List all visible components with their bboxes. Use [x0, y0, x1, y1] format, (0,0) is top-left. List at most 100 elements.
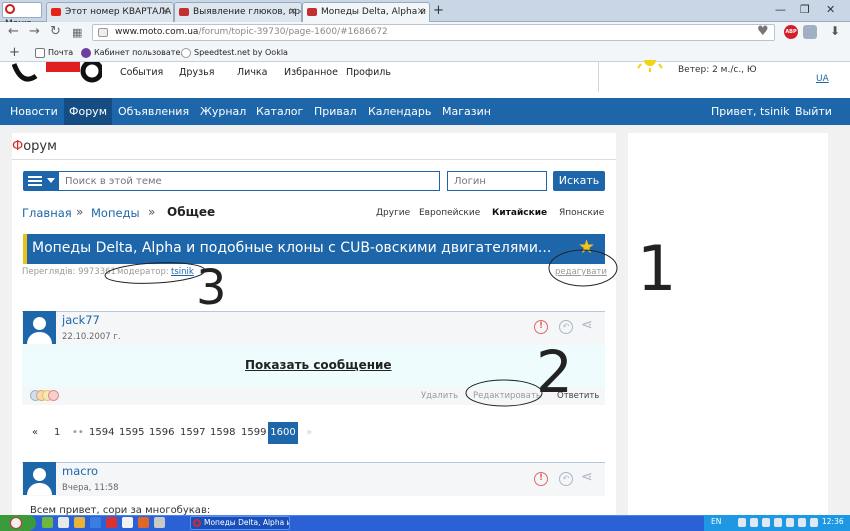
top-link-messages[interactable]: Личка: [237, 67, 268, 78]
site-info-icon[interactable]: [98, 28, 108, 37]
keyboard-language[interactable]: EN: [711, 517, 721, 526]
quicklaunch-icon[interactable]: [74, 517, 85, 528]
report-icon[interactable]: !: [534, 472, 548, 486]
maximize-window-button[interactable]: ❐: [800, 3, 810, 16]
quicklaunch-icon[interactable]: [58, 517, 69, 528]
pagination-page[interactable]: 1599: [241, 427, 266, 438]
taskbar-opera-window[interactable]: Мопеды Delta, Alpha и...: [190, 516, 290, 530]
tray-icon[interactable]: [750, 518, 758, 527]
close-tab-icon[interactable]: ×: [417, 3, 425, 21]
edit-post-link[interactable]: Редактировать: [473, 391, 541, 401]
close-tab-icon[interactable]: ×: [161, 3, 169, 21]
avatar[interactable]: [23, 462, 56, 495]
share-icon[interactable]: ⋖: [581, 317, 593, 333]
post-author[interactable]: macro: [62, 464, 98, 478]
pagination-prev[interactable]: «: [32, 427, 38, 438]
edit-topic-link[interactable]: редагувати: [555, 267, 607, 277]
breadcrumb-separator: »: [148, 205, 156, 219]
quote-icon[interactable]: ↶: [559, 320, 573, 334]
bookmark-cabinet[interactable]: Кабинет пользовате...: [81, 48, 188, 58]
pagination-first[interactable]: 1: [54, 427, 60, 438]
pagination-page[interactable]: 1594: [89, 427, 114, 438]
logout-link[interactable]: Выйти: [790, 98, 837, 125]
browser-tab-youtube[interactable]: Этот номер КВАРТАЛА порв... ×: [46, 2, 174, 22]
pagination-ellipsis: ••: [72, 427, 84, 438]
pagination-page[interactable]: 1597: [180, 427, 205, 438]
youtube-icon: [51, 8, 61, 16]
add-bookmark-button[interactable]: +: [9, 45, 20, 60]
tray-icon[interactable]: [786, 518, 794, 527]
subcategory-european[interactable]: Европейские: [419, 208, 480, 218]
moderator-link[interactable]: tsinik: [171, 267, 194, 277]
subcategory-other[interactable]: Другие: [376, 208, 410, 218]
extension-icon[interactable]: [803, 25, 817, 39]
show-message-link[interactable]: Показать сообщение: [245, 358, 392, 372]
adblock-icon[interactable]: ABP: [784, 25, 798, 39]
quicklaunch-icon[interactable]: [42, 517, 53, 528]
forum-menu-button[interactable]: [23, 171, 58, 191]
start-button[interactable]: [0, 515, 36, 531]
nav-rest[interactable]: Привал: [309, 98, 362, 125]
new-tab-button[interactable]: +: [433, 3, 444, 18]
quicklaunch-icon[interactable]: [106, 517, 117, 528]
site-logo[interactable]: [12, 62, 102, 86]
address-bar[interactable]: www.moto.com.ua/forum/topic-39730/page-1…: [92, 24, 775, 41]
pagination-page[interactable]: 1598: [210, 427, 235, 438]
breadcrumb-home[interactable]: Главная: [22, 206, 72, 220]
breadcrumb-mopeds[interactable]: Мопеды: [91, 206, 140, 220]
avatar[interactable]: [23, 311, 56, 344]
report-icon[interactable]: !: [534, 320, 548, 334]
search-button[interactable]: Искать: [553, 171, 605, 191]
pagination-page[interactable]: 1596: [149, 427, 174, 438]
quicklaunch-icon[interactable]: [122, 517, 133, 528]
nav-shop[interactable]: Магазин: [437, 98, 496, 125]
close-tab-icon[interactable]: ×: [289, 3, 297, 21]
tray-icon[interactable]: [810, 518, 818, 527]
nav-calendar[interactable]: Календарь: [363, 98, 436, 125]
speed-dial-grid-icon[interactable]: ▦: [72, 26, 82, 39]
tray-icon[interactable]: [762, 518, 770, 527]
top-link-events[interactable]: События: [120, 67, 163, 78]
user-greeting[interactable]: Привет, tsinik: [706, 98, 795, 125]
nav-catalog[interactable]: Каталог: [251, 98, 308, 125]
download-icon[interactable]: ⬇: [830, 24, 840, 38]
nav-forum[interactable]: Форум: [64, 98, 112, 125]
post-author[interactable]: jack77: [62, 313, 100, 327]
delete-post-link[interactable]: Удалить: [421, 391, 458, 401]
browser-tab-mopeds[interactable]: Мопеды Delta, Alpha и подоб... ×: [302, 2, 430, 22]
top-link-favorites[interactable]: Избранное: [284, 67, 338, 78]
favorite-star-icon[interactable]: ★: [578, 236, 595, 258]
pagination-page[interactable]: 1595: [119, 427, 144, 438]
nav-ads[interactable]: Объявления: [113, 98, 194, 125]
nav-news[interactable]: Новости: [5, 98, 63, 125]
back-arrow-icon[interactable]: ←: [8, 24, 19, 39]
quote-icon[interactable]: ↶: [559, 472, 573, 486]
top-link-profile[interactable]: Профиль: [346, 67, 391, 78]
tray-icon[interactable]: [738, 518, 746, 527]
bookmark-mail[interactable]: Почта: [35, 48, 73, 58]
close-window-button[interactable]: ✕: [826, 3, 835, 16]
quicklaunch-icon[interactable]: [154, 517, 165, 528]
language-switch[interactable]: UA: [816, 74, 829, 84]
pagination-next[interactable]: »: [306, 427, 312, 438]
quicklaunch-icon[interactable]: [90, 517, 101, 528]
tray-icon[interactable]: [774, 518, 782, 527]
reply-post-link[interactable]: Ответить: [557, 391, 599, 401]
minimize-window-button[interactable]: —: [775, 3, 786, 16]
subcategory-japanese[interactable]: Японские: [559, 208, 604, 218]
browser-tab-bugs[interactable]: Выявление глюков, предло... ×: [174, 2, 302, 22]
opera-menu-button[interactable]: Меню: [2, 2, 42, 29]
share-icon[interactable]: ⋖: [581, 469, 593, 485]
subcategory-chinese[interactable]: Китайские: [492, 208, 547, 218]
login-input[interactable]: [447, 171, 547, 191]
forward-arrow-icon[interactable]: →: [29, 24, 40, 39]
topic-search-input[interactable]: [58, 171, 440, 191]
top-link-friends[interactable]: Друзья: [179, 67, 214, 78]
reload-icon[interactable]: ↻: [50, 24, 61, 39]
quicklaunch-icon[interactable]: [138, 517, 149, 528]
tray-icon[interactable]: [798, 518, 806, 527]
nav-journal[interactable]: Журнал: [195, 98, 251, 125]
bookmark-speedtest[interactable]: Speedtest.net by Ookla: [181, 48, 288, 58]
rating-icon[interactable]: [48, 390, 59, 401]
bookmark-heart-icon[interactable]: ♥: [757, 24, 769, 39]
